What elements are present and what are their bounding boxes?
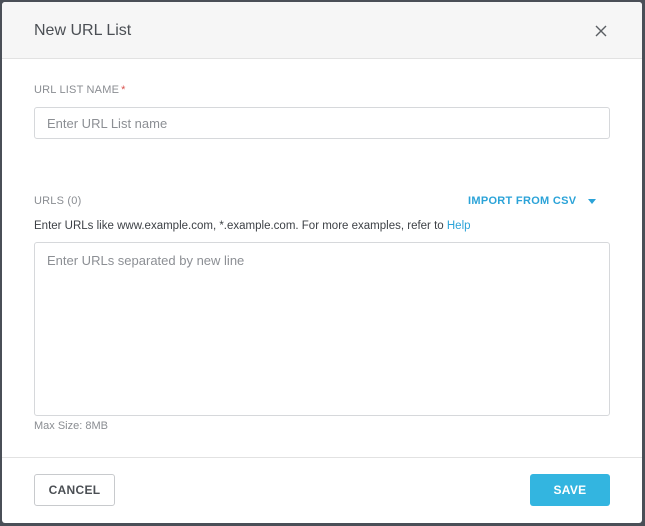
url-list-name-label: URL LIST NAME * bbox=[34, 84, 126, 96]
max-size-note: Max Size: 8MB bbox=[34, 420, 108, 432]
required-mark: * bbox=[121, 84, 126, 96]
dialog-title: New URL List bbox=[34, 22, 132, 39]
close-icon[interactable] bbox=[593, 23, 609, 39]
help-link[interactable]: Help bbox=[447, 220, 471, 232]
urls-hint-text: Enter URLs like www.example.com, *.examp… bbox=[34, 220, 447, 232]
save-button[interactable]: SAVE bbox=[530, 474, 610, 506]
url-list-name-input[interactable] bbox=[34, 107, 610, 139]
import-from-csv-label: IMPORT FROM CSV bbox=[468, 195, 577, 207]
footer-divider bbox=[2, 457, 642, 458]
caret-down-icon bbox=[588, 198, 597, 204]
urls-textarea[interactable] bbox=[34, 242, 610, 416]
new-url-list-dialog: New URL List URL LIST NAME* URLS (0) IMP… bbox=[2, 2, 642, 523]
urls-hint: Enter URLs like www.example.com, *.examp… bbox=[34, 220, 471, 232]
cancel-button[interactable]: CANCEL bbox=[34, 474, 115, 506]
url-list-name-label-text: URL LIST NAME bbox=[34, 84, 120, 96]
dialog-header: New URL List bbox=[2, 2, 642, 59]
import-from-csv-button[interactable]: IMPORT FROM CSV bbox=[468, 195, 597, 207]
urls-label: URLS (0) bbox=[34, 195, 82, 207]
